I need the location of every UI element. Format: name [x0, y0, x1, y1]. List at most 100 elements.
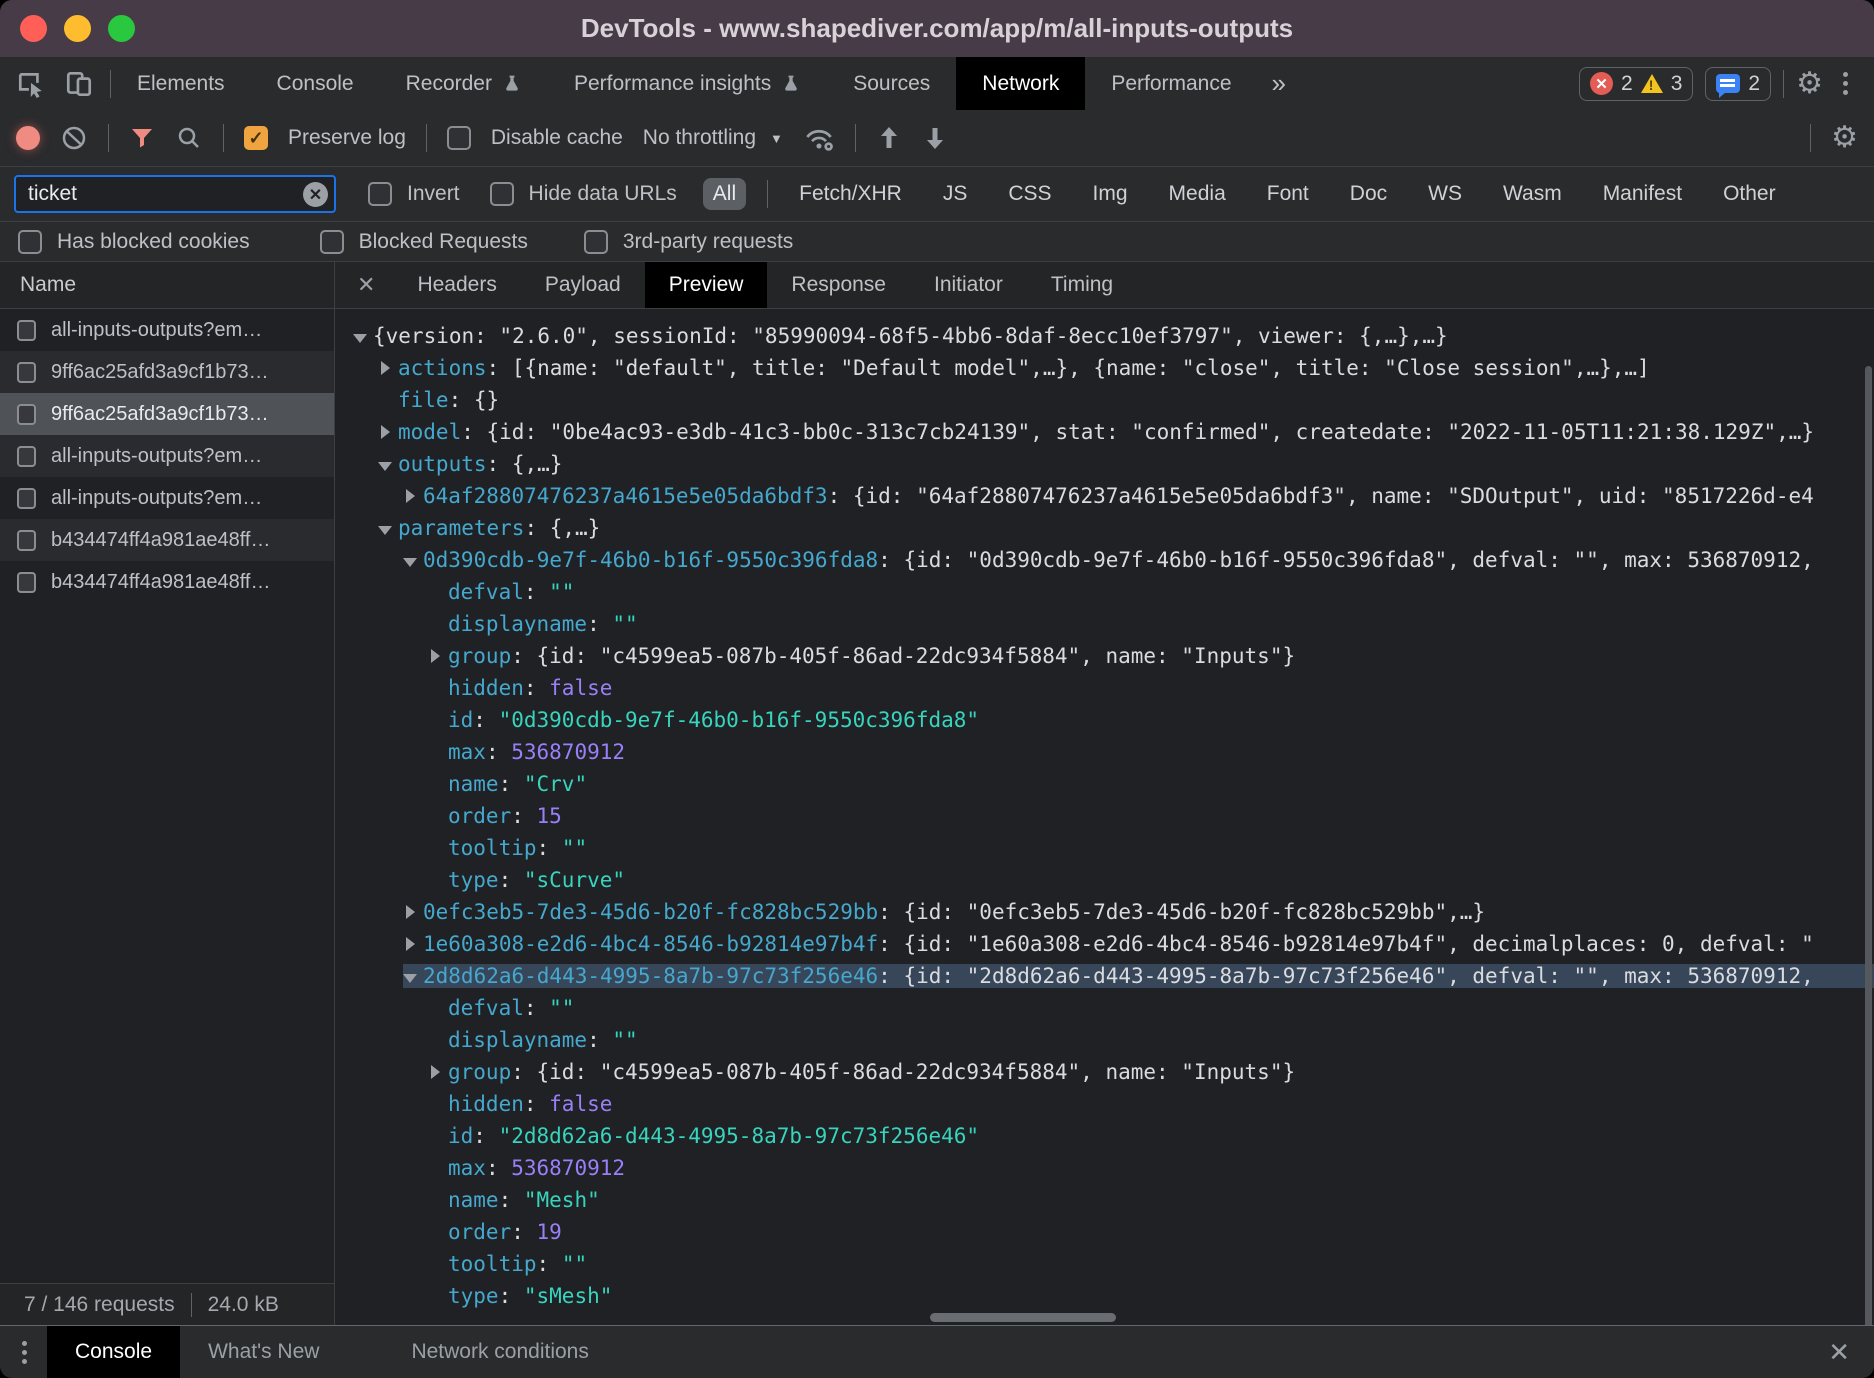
json-line[interactable]: {version: "2.6.0", sessionId: "85990094-…	[335, 320, 1874, 352]
more-options-icon[interactable]	[1835, 72, 1856, 95]
json-line[interactable]: actions: [{name: "default", title: "Defa…	[335, 352, 1874, 384]
clear-button[interactable]	[60, 124, 88, 152]
tab-sources[interactable]: Sources	[827, 57, 956, 110]
filter-icon[interactable]	[129, 125, 155, 151]
chip-fetch-xhr[interactable]: Fetch/XHR	[789, 178, 912, 210]
invert-checkbox[interactable]	[368, 182, 392, 206]
json-value: {id: "0d390cdb-9e7f-46b0-b16f-9550c396fd…	[903, 548, 1813, 572]
tab-preview[interactable]: Preview	[645, 262, 768, 308]
json-separator: :	[449, 388, 474, 412]
network-settings-gear-icon[interactable]: ⚙	[1831, 123, 1858, 153]
chip-ws[interactable]: WS	[1418, 178, 1472, 210]
request-row[interactable]: all-inputs-outputs?em…	[0, 309, 334, 351]
expand-down-icon[interactable]	[353, 334, 367, 343]
request-row[interactable]: all-inputs-outputs?em…	[0, 477, 334, 519]
tab-timing[interactable]: Timing	[1027, 262, 1137, 308]
json-line[interactable]: 2d8d62a6-d443-4995-8a7b-97c73f256e46: {i…	[335, 960, 1874, 992]
disable-cache-checkbox[interactable]	[447, 126, 471, 150]
json-line[interactable]: 64af28807476237a4615e5e05da6bdf3: {id: "…	[335, 480, 1874, 512]
zoom-window-button[interactable]	[108, 15, 135, 42]
expand-right-icon[interactable]	[431, 1065, 440, 1079]
tab-initiator[interactable]: Initiator	[910, 262, 1027, 308]
minimize-window-button[interactable]	[64, 15, 91, 42]
import-har-icon[interactable]	[876, 124, 902, 152]
drawer-tab-network-conditions[interactable]: Network conditions	[383, 1326, 616, 1378]
close-detail-icon[interactable]: ✕	[335, 262, 393, 308]
third-party-requests-checkbox[interactable]	[584, 230, 608, 254]
json-separator: :	[487, 452, 512, 476]
record-button[interactable]	[16, 126, 40, 150]
name-column-header[interactable]: Name	[0, 262, 334, 309]
json-line[interactable]: 0efc3eb5-7de3-45d6-b20f-fc828bc529bb: {i…	[335, 896, 1874, 928]
json-separator: :	[878, 548, 903, 572]
chip-wasm[interactable]: Wasm	[1493, 178, 1572, 210]
chip-other[interactable]: Other	[1713, 178, 1786, 210]
chip-js[interactable]: JS	[933, 178, 978, 210]
export-har-icon[interactable]	[922, 124, 948, 152]
json-line[interactable]: 0d390cdb-9e7f-46b0-b16f-9550c396fda8: {i…	[335, 544, 1874, 576]
divider	[1810, 124, 1811, 152]
json-value: 19	[537, 1220, 562, 1244]
inspect-element-icon[interactable]	[16, 69, 46, 99]
chip-img[interactable]: Img	[1083, 178, 1138, 210]
throttling-dropdown[interactable]: No throttling ▼	[643, 126, 783, 150]
chip-media[interactable]: Media	[1159, 178, 1236, 210]
expand-right-icon[interactable]	[406, 905, 415, 919]
settings-gear-icon[interactable]: ⚙	[1796, 69, 1823, 99]
tab-recorder[interactable]: Recorder	[380, 57, 548, 110]
close-drawer-icon[interactable]: ✕	[1828, 1337, 1874, 1368]
clear-filter-icon[interactable]: ✕	[303, 182, 328, 207]
json-line[interactable]: model: {id: "0be4ac93-e3db-41c3-bb0c-313…	[335, 416, 1874, 448]
device-toolbar-icon[interactable]	[64, 69, 94, 99]
preserve-log-checkbox[interactable]: ✓	[244, 126, 268, 150]
expand-right-icon[interactable]	[381, 361, 390, 375]
expand-down-icon[interactable]	[403, 974, 417, 983]
tab-payload[interactable]: Payload	[521, 262, 645, 308]
drawer-more-icon[interactable]	[14, 1341, 35, 1364]
expand-right-icon[interactable]	[406, 489, 415, 503]
has-blocked-cookies-checkbox[interactable]	[18, 230, 42, 254]
request-row[interactable]: all-inputs-outputs?em…	[0, 435, 334, 477]
requests-panel: Name all-inputs-outputs?em…9ff6ac25afd3a…	[0, 262, 335, 1326]
chip-manifest[interactable]: Manifest	[1593, 178, 1692, 210]
drawer-tab-whats-new[interactable]: What's New	[180, 1326, 347, 1378]
json-line[interactable]: outputs: {,…}	[335, 448, 1874, 480]
json-line[interactable]: group: {id: "c4599ea5-087b-405f-86ad-22d…	[335, 1056, 1874, 1088]
request-row[interactable]: 9ff6ac25afd3a9cf1b73…	[0, 393, 334, 435]
request-row[interactable]: 9ff6ac25afd3a9cf1b73…	[0, 351, 334, 393]
horizontal-scrollbar[interactable]	[930, 1313, 1116, 1322]
more-tabs-button[interactable]: »	[1258, 57, 1300, 110]
hide-data-urls-checkbox[interactable]	[490, 182, 514, 206]
search-icon[interactable]	[175, 124, 203, 152]
blocked-requests-checkbox[interactable]	[320, 230, 344, 254]
tab-console[interactable]: Console	[251, 57, 380, 110]
messages-badge[interactable]: 2	[1705, 67, 1771, 101]
tab-headers[interactable]: Headers	[393, 262, 520, 308]
expand-right-icon[interactable]	[431, 649, 440, 663]
chip-css[interactable]: CSS	[998, 178, 1061, 210]
expand-down-icon[interactable]	[378, 526, 392, 535]
issues-badge[interactable]: ✕ 2 3	[1579, 67, 1693, 101]
expand-down-icon[interactable]	[403, 558, 417, 567]
drawer-tab-console[interactable]: Console	[47, 1326, 180, 1378]
chip-all[interactable]: All	[703, 178, 746, 210]
tab-performance-insights[interactable]: Performance insights	[548, 57, 827, 110]
json-line[interactable]: 1e60a308-e2d6-4bc4-8546-b92814e97b4f: {i…	[335, 928, 1874, 960]
tab-network[interactable]: Network	[956, 57, 1085, 110]
expand-right-icon[interactable]	[381, 425, 390, 439]
expand-down-icon[interactable]	[378, 462, 392, 471]
expand-right-icon[interactable]	[406, 937, 415, 951]
tab-response[interactable]: Response	[767, 262, 910, 308]
vertical-scrollbar[interactable]	[1865, 366, 1872, 1326]
chip-doc[interactable]: Doc	[1340, 178, 1397, 210]
tab-elements[interactable]: Elements	[111, 57, 251, 110]
json-line[interactable]: parameters: {,…}	[335, 512, 1874, 544]
filter-input[interactable]	[14, 175, 336, 213]
tab-performance[interactable]: Performance	[1085, 57, 1257, 110]
request-row[interactable]: b434474ff4a981ae48ff…	[0, 519, 334, 561]
close-window-button[interactable]	[20, 15, 47, 42]
request-row[interactable]: b434474ff4a981ae48ff…	[0, 561, 334, 603]
network-conditions-icon[interactable]	[803, 123, 835, 153]
chip-font[interactable]: Font	[1257, 178, 1319, 210]
json-line[interactable]: group: {id: "c4599ea5-087b-405f-86ad-22d…	[335, 640, 1874, 672]
